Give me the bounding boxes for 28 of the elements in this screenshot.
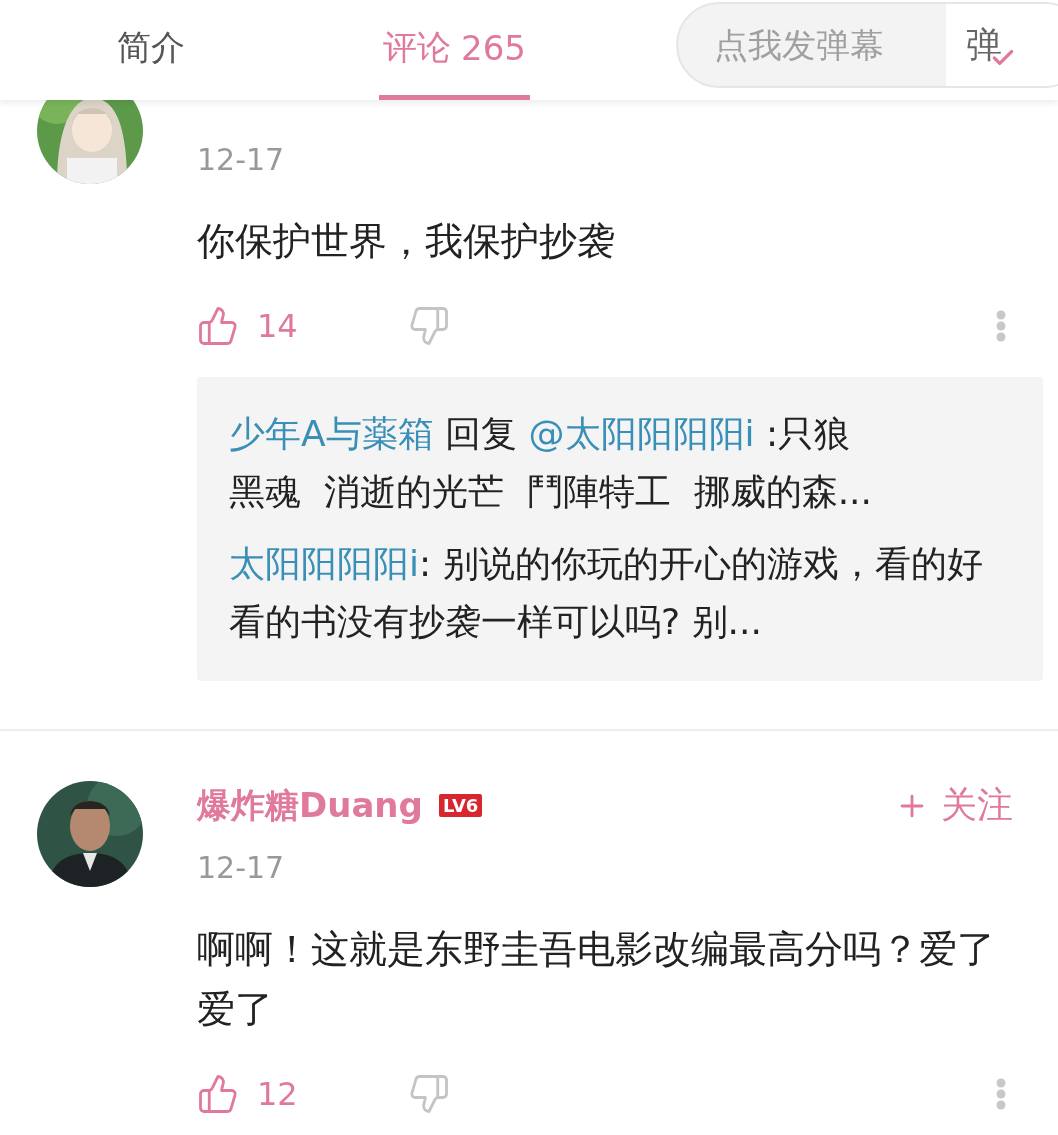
more-button[interactable] bbox=[996, 310, 1006, 342]
dislike-button[interactable] bbox=[407, 305, 450, 347]
dislike-button[interactable] bbox=[407, 1073, 450, 1115]
comment-text: 啊啊！这就是东野圭吾电影改编最高分吗？爱了爱了 bbox=[197, 926, 996, 1033]
danmaku-toggle[interactable]: 弹 bbox=[946, 4, 1058, 86]
thumbs-up-icon bbox=[197, 1073, 239, 1115]
follow-button[interactable]: 关注 bbox=[895, 781, 1013, 830]
tab[interactable]: 简介 bbox=[113, 0, 189, 100]
user-link[interactable]: 少年A与薬箱 bbox=[229, 413, 434, 454]
like-button[interactable]: 14 bbox=[197, 305, 298, 347]
thumbs-up-icon bbox=[197, 305, 239, 347]
comment-date: 12-17 bbox=[197, 142, 286, 177]
comment-text: 你保护世界，我保护抄袭 bbox=[197, 218, 616, 265]
user-link[interactable]: @太阳阳阳阳i bbox=[528, 413, 755, 454]
tab[interactable]: 评论 265 bbox=[379, 0, 530, 100]
danmaku-field[interactable]: 点我发弹幕 弹 bbox=[676, 2, 1058, 88]
username[interactable]: 爆炸糖Duang bbox=[197, 782, 423, 829]
more-icon bbox=[996, 310, 1006, 342]
like-button[interactable]: 12 bbox=[197, 1073, 298, 1115]
comment-date: 12-17 bbox=[197, 850, 286, 885]
thumbs-down-icon bbox=[407, 305, 450, 347]
thumbs-down-icon bbox=[407, 1073, 450, 1115]
more-button[interactable] bbox=[996, 1078, 1006, 1110]
more-icon bbox=[996, 1078, 1006, 1110]
user-link[interactable]: 太阳阳阳阳i bbox=[229, 543, 419, 584]
reply-text: 少年A与薬箱 回复 @太阳阳阳阳i :只狼黑魂 消逝的光芒 鬥陣特工 挪威的森... bbox=[229, 412, 873, 514]
reply-text: 太阳阳阳阳i: 别说的你玩的开心的游戏，看的好看的书没有抄袭一样可以吗? 别... bbox=[229, 542, 984, 644]
level-badge: LV6 bbox=[438, 794, 483, 817]
